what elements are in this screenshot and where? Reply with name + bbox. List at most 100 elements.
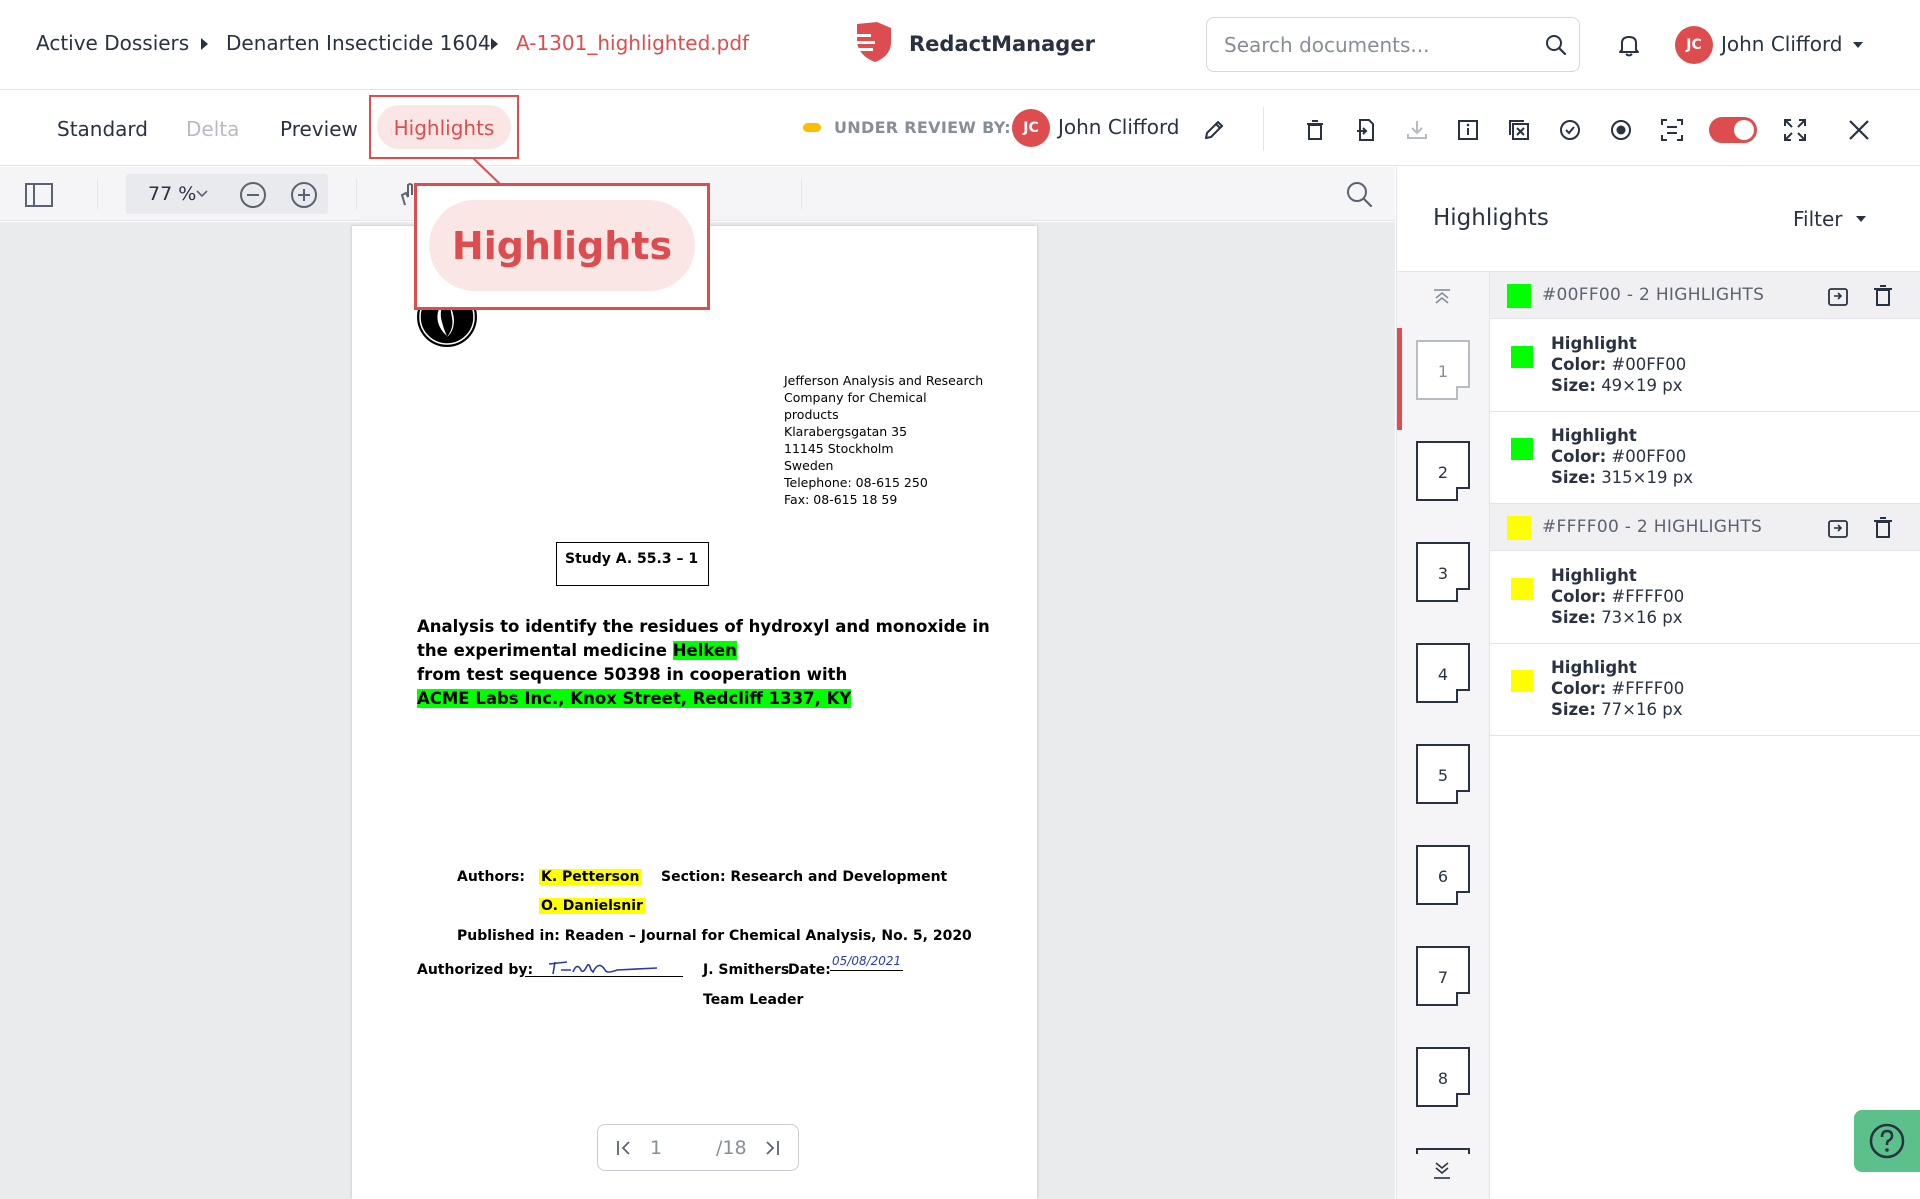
status-indicator [803, 123, 821, 132]
page-thumbnail[interactable]: 3 [1416, 542, 1470, 602]
doc-title-line: from test sequence 50398 in cooperation … [417, 665, 848, 684]
color-label: Color: [1551, 679, 1607, 698]
pager-first-icon[interactable] [616, 1140, 632, 1156]
address-line: Company for Chemical [784, 390, 927, 405]
export-icon[interactable] [1353, 117, 1379, 143]
info-icon[interactable] [1455, 117, 1481, 143]
size-value: 315×19 px [1601, 468, 1693, 487]
highlight-item[interactable]: Highlight Color: #FFFF00 Size: 77×16 px [1490, 644, 1920, 736]
user-menu-caret-icon[interactable] [1853, 42, 1863, 48]
highlight-item[interactable]: Highlight Color: #00FF00 Size: 315×19 px [1490, 412, 1920, 504]
size-value: 49×19 px [1601, 376, 1683, 395]
page-thumbnail[interactable]: 7 [1416, 946, 1470, 1006]
scroll-bottom-icon[interactable] [1432, 1160, 1452, 1180]
toggle[interactable] [1709, 117, 1757, 143]
trash-icon[interactable] [1873, 284, 1893, 308]
breadcrumb-item-dossier[interactable]: Denarten Insecticide 1604 [226, 31, 491, 55]
authorized-label: Authorized by: [417, 962, 534, 978]
sidebar-toggle-icon[interactable] [25, 183, 53, 207]
address-line: Telephone: 08-615 250 [784, 475, 928, 490]
toolbar-divider [97, 179, 98, 209]
download-icon [1404, 117, 1430, 143]
chevron-down-icon[interactable] [196, 190, 208, 198]
page-thumbnail[interactable]: 6 [1416, 845, 1470, 905]
breadcrumb-item-active-dossiers[interactable]: Active Dossiers [36, 31, 189, 55]
highlight-yellow[interactable]: K. Petterson [539, 869, 642, 885]
page-thumbnail[interactable]: 8 [1416, 1047, 1470, 1107]
bell-icon[interactable] [1618, 33, 1640, 57]
page-thumbnail[interactable]: 2 [1416, 441, 1470, 501]
exclude-icon[interactable] [1506, 117, 1532, 143]
highlight-item-color: Color: #00FF00 [1551, 355, 1686, 374]
page-thumbnail-number: 3 [1437, 564, 1449, 583]
highlight-group-label: #FFFF00 - 2 HIGHLIGHTS [1542, 517, 1763, 537]
study-box: Study A. 55.3 – 1 [556, 542, 709, 586]
page-thumbnail[interactable]: 4 [1416, 643, 1470, 703]
fullscreen-icon[interactable] [1782, 117, 1808, 143]
zoom-out-icon[interactable] [239, 181, 267, 209]
tab-preview[interactable]: Preview [280, 117, 358, 141]
color-swatch [1511, 438, 1533, 460]
page-thumbnail-number: 4 [1437, 665, 1449, 684]
color-swatch [1511, 578, 1533, 600]
copy-icon[interactable] [1827, 285, 1849, 307]
document-viewer[interactable]: Jefferson Analysis and Research Company … [0, 222, 1395, 1199]
toolbar-divider [356, 179, 357, 209]
breadcrumb-item-file[interactable]: A-1301_highlighted.pdf [516, 31, 749, 55]
page-thumbnail-number: 5 [1437, 766, 1449, 785]
avatar[interactable]: JC [1675, 26, 1713, 64]
highlights-panel: Highlights Filter 1 2 3 4 5 6 7 8 #00FF0… [1396, 167, 1920, 1199]
page-total: /18 [716, 1137, 747, 1159]
zoom-callout: Highlights [414, 183, 710, 310]
doc-title-text: the experimental medicine [417, 641, 673, 660]
active-page-marker [1397, 328, 1402, 430]
page-thumbnail[interactable]: 5 [1416, 744, 1470, 804]
search-input[interactable] [1224, 32, 1524, 58]
date-label: Date: [788, 962, 831, 978]
size-value: 77×16 px [1601, 700, 1683, 719]
page-thumbnail-number: 6 [1437, 867, 1449, 886]
page-input[interactable]: 1 [650, 1137, 662, 1159]
zoom-in-icon[interactable] [290, 181, 318, 209]
edit-icon[interactable] [1201, 117, 1227, 143]
approve-icon[interactable] [1557, 117, 1583, 143]
zoom-select[interactable]: 77 % [148, 183, 196, 205]
page-thumbnails: 1 2 3 4 5 6 7 8 [1397, 271, 1490, 1199]
highlight-item-title: Highlight [1551, 566, 1637, 585]
highlight-group-header: #00FF00 - 2 HIGHLIGHTS [1490, 271, 1920, 319]
highlight-item[interactable]: Highlight Color: #00FF00 Size: 49×19 px [1490, 320, 1920, 412]
size-label: Size: [1551, 608, 1596, 627]
search-icon[interactable] [1345, 180, 1373, 208]
doc-title-line: ACME Labs Inc., Knox Street, Redcliff 13… [417, 689, 852, 708]
highlight-item-size: Size: 77×16 px [1551, 700, 1683, 719]
pager-last-icon[interactable] [764, 1140, 780, 1156]
page-thumbnail[interactable]: 1 [1416, 340, 1470, 400]
highlight-yellow[interactable]: O. Danielsnir [539, 898, 645, 914]
copy-icon[interactable] [1827, 517, 1849, 539]
search-icon[interactable] [1544, 33, 1568, 57]
filter-button[interactable]: Filter [1793, 207, 1843, 231]
highlight-green[interactable]: ACME Labs Inc., Knox Street, Redcliff 13… [417, 689, 852, 708]
app-header: Active Dossiers Denarten Insecticide 160… [0, 0, 1920, 90]
ocr-icon[interactable] [1659, 117, 1685, 143]
published-label: Published in: Readen – Journal for Chemi… [457, 928, 972, 944]
address-line: Klarabergsgatan 35 [784, 424, 908, 439]
tab-delta: Delta [186, 117, 240, 141]
record-icon[interactable] [1608, 117, 1634, 143]
highlight-green[interactable]: Helken [672, 641, 737, 660]
help-button[interactable] [1854, 1110, 1920, 1172]
zoom-callout-label: Highlights [451, 224, 673, 268]
scroll-top-icon[interactable] [1432, 288, 1452, 306]
page-thumbnail-number: 8 [1437, 1069, 1449, 1088]
authors-label: Authors: [457, 869, 525, 885]
doc-title-line: Analysis to identify the residues of hyd… [417, 617, 990, 636]
filter-caret-icon[interactable] [1856, 216, 1866, 222]
search-box[interactable] [1206, 17, 1580, 72]
trash-icon[interactable] [1302, 117, 1328, 143]
view-mode-bar: Standard Delta Preview Highlights UNDER … [0, 91, 1920, 166]
tab-standard[interactable]: Standard [57, 117, 148, 141]
close-icon[interactable] [1846, 117, 1872, 143]
trash-icon[interactable] [1873, 516, 1893, 540]
highlight-item[interactable]: Highlight Color: #FFFF00 Size: 73×16 px [1490, 552, 1920, 644]
user-name[interactable]: John Clifford [1721, 32, 1843, 56]
